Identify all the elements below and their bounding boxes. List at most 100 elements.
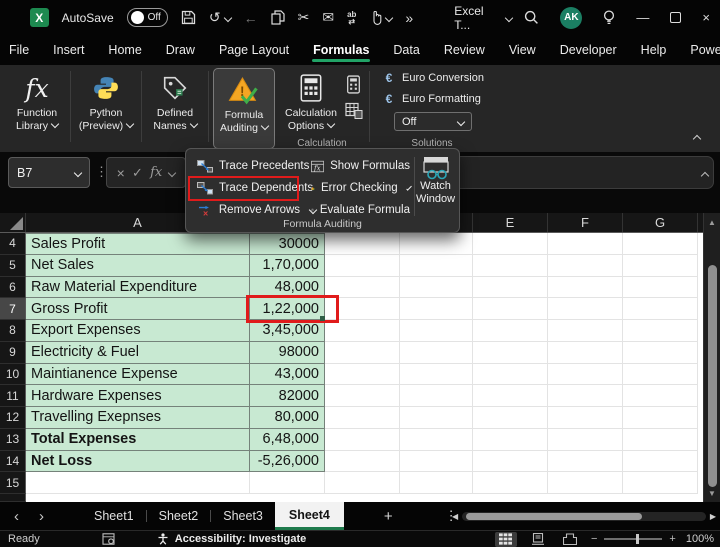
cell-b12[interactable]: 80,000	[250, 407, 325, 429]
cell-a4[interactable]: Sales Profit	[26, 233, 250, 255]
normal-view-button[interactable]	[494, 531, 517, 547]
zoom-out-icon[interactable]: −	[591, 533, 597, 545]
row-header-selected[interactable]: 7	[0, 298, 26, 320]
redo-icon[interactable]: ←	[244, 10, 258, 26]
select-all-button[interactable]	[0, 213, 26, 232]
qat-overflow-icon[interactable]: »	[405, 10, 413, 26]
row-header[interactable]: 9	[0, 341, 26, 364]
cell-b13[interactable]: 6,48,000	[250, 428, 325, 451]
cell-a11[interactable]: Hardware Expenses	[26, 385, 250, 407]
name-box[interactable]: B7	[8, 157, 90, 188]
page-break-preview-button[interactable]	[559, 532, 581, 547]
cell-a6[interactable]: Raw Material Expenditure	[26, 276, 250, 299]
touch-mode-icon[interactable]	[369, 10, 394, 25]
sheet-tab-sheet2[interactable]: Sheet2	[147, 502, 211, 530]
insert-function-icon[interactable]: fx	[150, 165, 162, 180]
scroll-down-icon[interactable]: ▼	[704, 484, 720, 502]
save-icon[interactable]	[181, 10, 196, 25]
row-header[interactable]: 11	[0, 385, 26, 407]
new-sheet-button[interactable]: +	[384, 508, 393, 525]
scroll-right-icon[interactable]: ▶	[710, 512, 716, 521]
row-header[interactable]: 15	[0, 472, 26, 494]
euro-formatting-dropdown[interactable]: Off	[394, 112, 472, 131]
menu-item-trace-precedents[interactable]: Trace Precedents	[192, 155, 316, 177]
zoom-in-icon[interactable]: +	[669, 533, 675, 545]
sheet-tab-sheet4-active[interactable]: Sheet4	[274, 502, 344, 530]
row-header[interactable]: 10	[0, 363, 26, 386]
zoom-slider[interactable]: − +	[591, 533, 676, 545]
cell-a14[interactable]: Net Loss	[26, 450, 250, 473]
undo-icon[interactable]: ↺	[209, 9, 232, 26]
column-header-f[interactable]: F	[548, 213, 623, 232]
scroll-left-icon[interactable]: ◀	[452, 512, 458, 521]
cell-b5[interactable]: 1,70,000	[250, 254, 325, 277]
cell-a9[interactable]: Electricity & Fuel	[26, 341, 250, 364]
calculate-sheet-button[interactable]	[345, 102, 363, 119]
row-header[interactable]: 12	[0, 407, 26, 429]
scroll-up-icon[interactable]: ▲	[704, 213, 720, 231]
tab-file[interactable]: File	[8, 37, 30, 63]
avatar[interactable]: AK	[560, 6, 583, 29]
tab-insert[interactable]: Insert	[52, 37, 85, 63]
maximize-button[interactable]	[670, 12, 682, 23]
macro-record-icon[interactable]	[102, 533, 115, 545]
tab-power-pivot[interactable]: Power Pivot	[689, 37, 720, 63]
copy-icon[interactable]	[271, 10, 285, 25]
horizontal-scroll-thumb[interactable]	[466, 513, 643, 520]
euro-formatting-button[interactable]: € Euro Formatting	[372, 88, 492, 109]
collapse-ribbon-button[interactable]	[690, 128, 702, 146]
menu-item-error-checking[interactable]: Error Checking	[306, 177, 412, 199]
sheet-tab-sheet3[interactable]: Sheet3	[211, 502, 275, 530]
search-icon[interactable]	[524, 10, 539, 25]
row-header[interactable]: 13	[0, 428, 26, 451]
cell-b9[interactable]: 98000	[250, 341, 325, 364]
tab-view[interactable]: View	[508, 37, 537, 63]
row-header[interactable]: 4	[0, 233, 26, 255]
cell-b10[interactable]: 43,000	[250, 363, 325, 386]
tab-help[interactable]: Help	[640, 37, 668, 63]
row-header[interactable]: 6	[0, 276, 26, 299]
menu-item-show-formulas[interactable]: fx Show Formulas	[306, 155, 410, 177]
cell-b11[interactable]: 82000	[250, 385, 325, 407]
sheet-tab-sheet1[interactable]: Sheet1	[82, 502, 146, 530]
zoom-slider-thumb[interactable]	[636, 534, 640, 544]
cell-b4[interactable]: 30000	[250, 233, 325, 255]
tab-data[interactable]: Data	[392, 37, 420, 63]
tab-draw[interactable]: Draw	[165, 37, 196, 63]
expand-formula-bar-button[interactable]	[698, 165, 710, 183]
page-layout-view-button[interactable]	[527, 532, 549, 547]
cell-b15[interactable]	[250, 472, 325, 494]
tab-page-layout[interactable]: Page Layout	[218, 37, 290, 63]
tab-home[interactable]: Home	[107, 37, 142, 63]
calculation-options-button[interactable]: Calculation Options	[277, 67, 345, 137]
row-header[interactable]: 8	[0, 320, 26, 342]
vertical-scrollbar[interactable]: ▲ ▼	[703, 213, 720, 502]
sheet-prev-icon[interactable]: ‹	[14, 508, 19, 525]
menu-item-watch-window[interactable]: Watch Window	[415, 156, 456, 218]
horizontal-scrollbar[interactable]: ◀ ▶	[452, 511, 716, 522]
euro-conversion-button[interactable]: € Euro Conversion	[372, 67, 492, 88]
cell-a7[interactable]: Gross Profit	[26, 298, 250, 320]
tab-review[interactable]: Review	[443, 37, 486, 63]
cell-b14[interactable]: -5,26,000	[250, 450, 325, 473]
cell-a12[interactable]: Travelling Exepnses	[26, 407, 250, 429]
minimize-button[interactable]: —	[636, 10, 649, 25]
cancel-icon[interactable]: ×	[117, 165, 125, 181]
row-header[interactable]: 14	[0, 450, 26, 473]
lightbulb-icon[interactable]	[603, 9, 615, 26]
defined-names-button[interactable]: Defined Names	[144, 67, 206, 152]
window-title[interactable]: Excel T...	[454, 4, 513, 32]
email-icon[interactable]: ✉	[322, 9, 334, 26]
cell-a15[interactable]	[26, 472, 250, 494]
cut-icon[interactable]: ✂	[298, 9, 310, 26]
row-header[interactable]: 5	[0, 254, 26, 277]
cell-b8[interactable]: 3,45,000	[250, 320, 325, 342]
column-header-g[interactable]: G	[623, 213, 698, 232]
python-preview-button[interactable]: Python (Preview)	[73, 67, 139, 152]
accessibility-status[interactable]: Accessibility: Investigate	[157, 533, 306, 545]
zoom-level[interactable]: 100%	[686, 533, 714, 545]
cell-a8[interactable]: Export Expenses	[26, 320, 250, 342]
calculate-now-button[interactable]	[345, 75, 363, 94]
formula-auditing-button[interactable]: ! Formula Auditing	[213, 68, 275, 149]
function-library-button[interactable]: fx Function Library	[6, 67, 68, 152]
